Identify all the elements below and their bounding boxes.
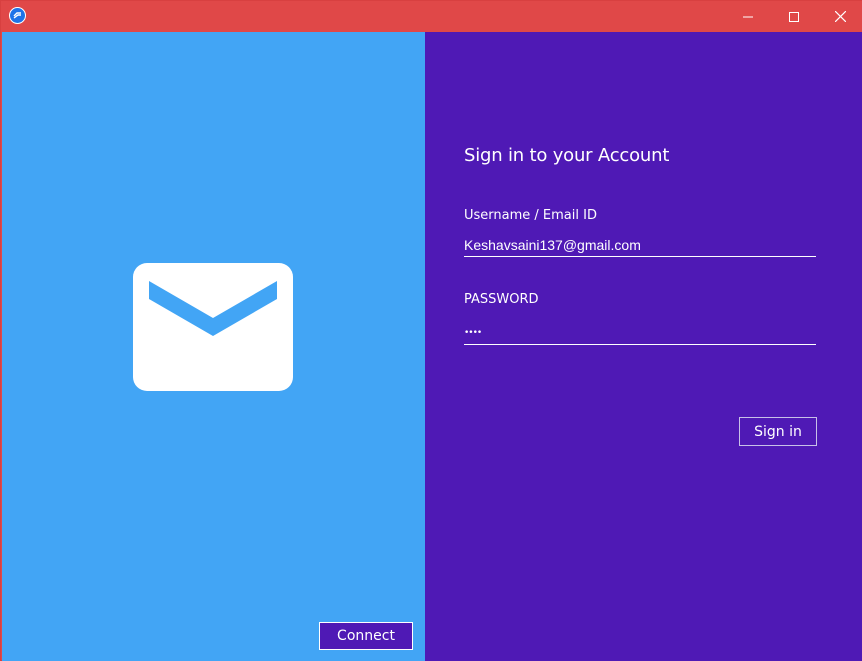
app-logo-glyph xyxy=(13,12,21,19)
password-field[interactable] xyxy=(464,321,816,345)
maximize-button[interactable] xyxy=(771,1,817,32)
close-icon xyxy=(834,11,846,22)
minimize-icon xyxy=(743,16,753,17)
title-bar[interactable] xyxy=(1,1,862,32)
left-panel: Connect xyxy=(2,32,425,661)
close-button[interactable] xyxy=(817,1,862,32)
page-title: Sign in to your Account xyxy=(464,145,670,166)
username-field[interactable] xyxy=(464,233,816,257)
app-icon xyxy=(9,7,26,24)
password-label: PASSWORD xyxy=(464,292,539,307)
maximize-icon xyxy=(789,11,799,22)
envelope-icon xyxy=(133,263,293,391)
app-window: Connect Sign in to your Account Username… xyxy=(0,0,862,661)
username-label: Username / Email ID xyxy=(464,208,597,223)
sign-in-button[interactable]: Sign in xyxy=(739,417,817,446)
signin-panel: Sign in to your Account Username / Email… xyxy=(425,32,862,661)
connect-button[interactable]: Connect xyxy=(319,622,413,650)
minimize-button[interactable] xyxy=(725,1,771,32)
